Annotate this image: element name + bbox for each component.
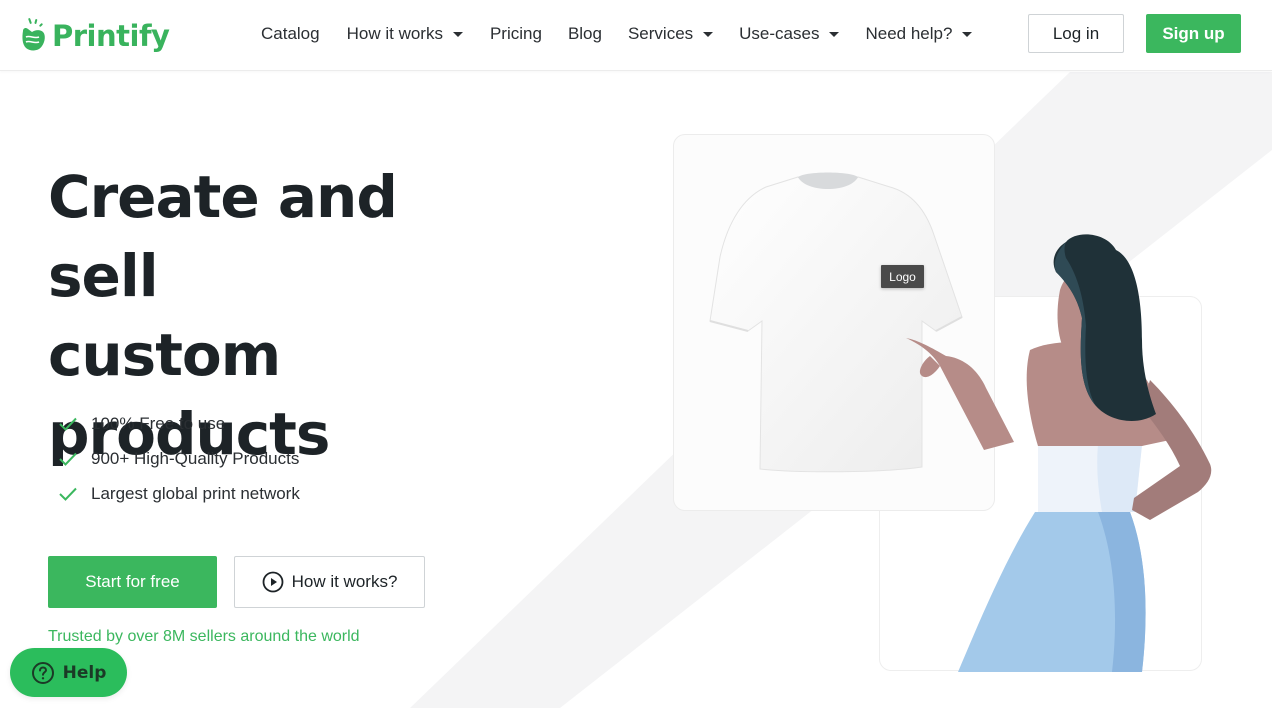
site-header: Printify Catalog How it works Pricing Bl… — [0, 0, 1272, 71]
nav-pricing[interactable]: Pricing — [490, 24, 542, 44]
product-mockup-card: Logo — [673, 134, 995, 511]
nav-need-help[interactable]: Need help? — [865, 24, 973, 44]
hero-title-line: Create and sell — [48, 163, 398, 310]
nav-use-cases[interactable]: Use-cases — [739, 24, 840, 44]
feature-list: 100% Free to use 900+ High-Quality Produ… — [58, 406, 300, 511]
play-circle-icon — [262, 571, 283, 593]
nav-use-cases-label: Use-cases — [739, 24, 820, 43]
nav-how-it-works[interactable]: How it works — [347, 24, 463, 44]
login-button[interactable]: Log in — [1028, 14, 1124, 53]
hero-title-line: custom — [48, 321, 281, 389]
check-icon — [59, 452, 77, 466]
nav-services-label: Services — [627, 24, 694, 43]
chevron-down-icon — [829, 31, 840, 37]
feature-item: Largest global print network — [58, 476, 300, 511]
feature-label: 900+ High-Quality Products — [91, 448, 300, 468]
brand-logo[interactable]: Printify — [20, 14, 170, 58]
check-icon — [59, 487, 77, 501]
help-widget-button[interactable]: Help — [10, 648, 127, 697]
nav-blog[interactable]: Blog — [568, 24, 602, 44]
how-it-works-button[interactable]: How it works? — [234, 556, 425, 608]
nav-services[interactable]: Services — [627, 24, 714, 44]
nav-how-it-works-label: How it works — [346, 24, 443, 43]
check-icon — [59, 417, 77, 431]
brand-name: Printify — [52, 19, 170, 53]
nav-blog-label: Blog — [567, 24, 602, 43]
start-for-free-button[interactable]: Start for free — [48, 556, 217, 608]
signup-button[interactable]: Sign up — [1146, 14, 1241, 53]
printify-logo-icon — [22, 18, 45, 51]
help-label: Help — [62, 662, 107, 683]
nav-catalog-label: Catalog — [261, 24, 320, 43]
how-it-works-label: How it works? — [291, 572, 398, 591]
main-nav: Catalog How it works Pricing Blog Servic… — [261, 20, 973, 48]
chevron-down-icon — [452, 31, 463, 37]
chevron-down-icon — [962, 31, 973, 37]
feature-item: 100% Free to use — [58, 406, 300, 441]
chevron-down-icon — [703, 31, 714, 37]
tshirt-image — [709, 172, 963, 473]
logo-placement-tag: Logo — [881, 265, 924, 288]
feature-label: 100% Free to use — [91, 413, 226, 433]
nav-catalog[interactable]: Catalog — [261, 24, 320, 44]
nav-pricing-label: Pricing — [489, 24, 542, 43]
nav-need-help-label: Need help? — [865, 24, 953, 43]
feature-label: Largest global print network — [91, 483, 300, 503]
question-circle-icon — [31, 661, 54, 684]
trusted-by-text: Trusted by over 8M sellers around the wo… — [48, 628, 360, 645]
feature-item: 900+ High-Quality Products — [58, 441, 300, 476]
